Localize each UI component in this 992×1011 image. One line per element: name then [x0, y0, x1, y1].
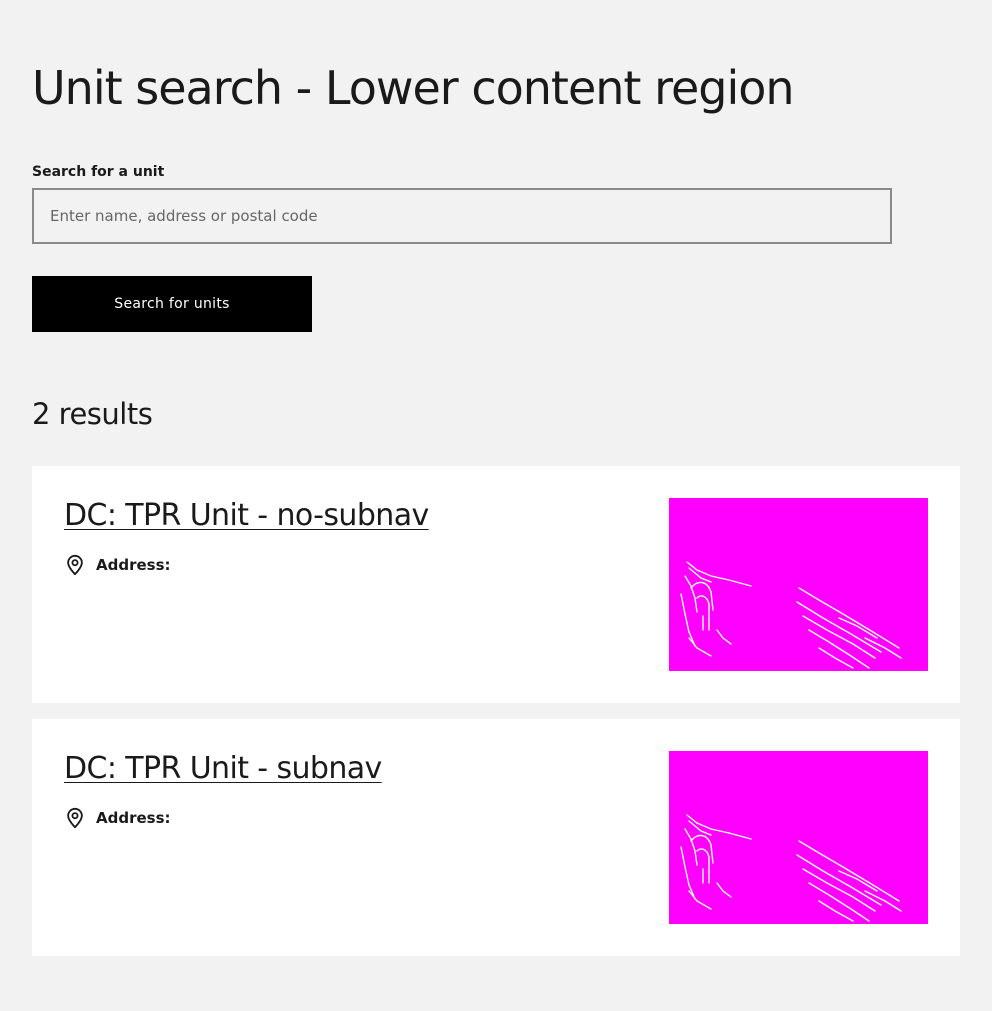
- location-pin-icon: [64, 807, 86, 829]
- results-count: 2 results: [32, 397, 153, 431]
- page: Unit search - Lower content region Searc…: [0, 0, 992, 1011]
- result-title-link[interactable]: DC: TPR Unit - subnav: [64, 749, 382, 789]
- page-title: Unit search - Lower content region: [32, 61, 795, 115]
- search-label: Search for a unit: [32, 164, 165, 180]
- result-card: DC: TPR Unit - subnav Address:: [32, 719, 960, 956]
- result-title-link[interactable]: DC: TPR Unit - no-subnav: [64, 496, 429, 536]
- address-row: Address:: [64, 807, 171, 829]
- location-pin-icon: [64, 554, 86, 576]
- address-label: Address:: [96, 556, 171, 574]
- unit-image: [669, 751, 928, 924]
- unit-image: [669, 498, 928, 671]
- address-label: Address:: [96, 809, 171, 827]
- result-card: DC: TPR Unit - no-subnav Address:: [32, 466, 960, 703]
- search-input[interactable]: [32, 188, 892, 244]
- search-button[interactable]: Search for units: [32, 276, 312, 332]
- address-row: Address:: [64, 554, 171, 576]
